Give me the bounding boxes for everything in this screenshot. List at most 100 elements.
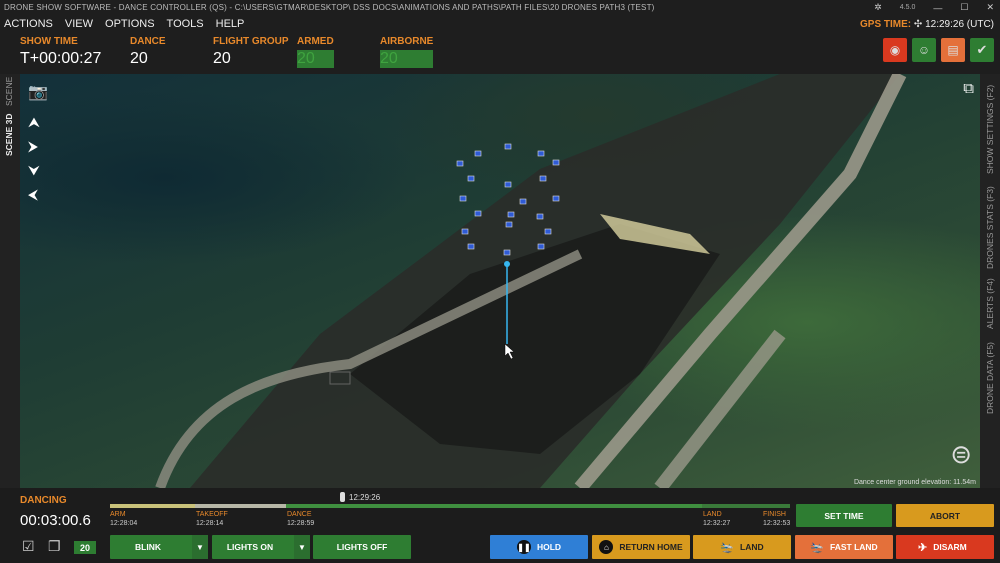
person-icon: ☺ [917,43,931,57]
gps-time-label: GPS TIME: [860,19,912,30]
phase-arm: ARM 12:28:04 [110,510,137,528]
control-panel: DANCING 00:03:00.6 12:29:26 ARM 12:28:04… [0,488,1000,563]
airborne-label: AIRBORNE [380,36,434,47]
disarm-button[interactable]: ✈ DISARM [896,535,994,559]
timeline-land-segment [702,504,790,508]
minimize-icon[interactable]: — [933,3,942,13]
show-time-label: SHOW TIME [20,36,78,47]
show-timeline[interactable] [110,504,790,508]
flight-group-label: FLIGHT GROUP [213,36,289,47]
nav-left-arrow-icon[interactable]: ⮜ [28,186,38,203]
phase-finish: FINISH 12:32:53 [763,510,790,528]
show-time-stat: SHOW TIME T+00:00:27 [20,36,101,68]
phase-takeoff-label: TAKEOFF [196,511,228,518]
tab-show-settings[interactable]: SHOW SETTINGS (F2) [985,85,995,174]
disarm-plane-icon: ✈ [918,541,928,554]
tab-drone-data[interactable]: DRONE DATA (F5) [985,342,995,414]
home-icon: ⌂ [599,540,614,554]
chevron-down-icon[interactable]: ▼ [192,535,208,559]
scene-3d-viewport[interactable]: 📷 ⮝ ⮞ ⮟ ⮜ ⧉ ⊜ Dance center ground elevat… [20,74,980,488]
document-icon: ▤ [947,43,959,57]
menu-options[interactable]: OPTIONS [105,18,155,30]
blink-button[interactable]: BLINK ▼ [110,535,208,559]
gps-time-value: 12:29:26 (UTC) [925,19,994,30]
dance-value: 20 [130,50,148,67]
right-tab-strip: SHOW SETTINGS (F2) DRONES STATS (F3) ALE… [980,74,1000,488]
phase-land-time: 12:32:27 [703,520,731,527]
confirm-button[interactable]: ✔ [970,38,994,62]
log-button[interactable]: ▤ [941,38,965,62]
show-state: DANCING [20,495,67,506]
return-home-label: RETURN HOME [619,542,683,552]
menu-bar: ACTIONS VIEW OPTIONS TOOLS HELP [4,18,244,30]
window-title: DRONE SHOW SOFTWARE - DANCE CONTROLLER (… [4,3,655,12]
status-row: SHOW TIME T+00:00:27 DANCE 20 FLIGHT GRO… [20,36,480,72]
satellite-icon: ✣ [913,19,923,30]
flight-group-stat: FLIGHT GROUP 20 [213,36,289,68]
timeline-takeoff-segment [195,504,286,508]
show-time-value: T+00:00:27 [20,50,102,67]
tab-scene-3d[interactable]: SCENE 3D [4,113,14,156]
check-icon: ✔ [976,42,988,57]
phase-land-label: LAND [703,511,722,518]
nav-right-arrow-icon[interactable]: ⮞ [28,138,38,155]
lights-off-button[interactable]: LIGHTS OFF [313,535,411,559]
aerial-terrain [155,74,907,488]
copy-icon[interactable]: ❐ [48,538,61,555]
phase-dance-time: 12:28:59 [287,520,315,527]
return-home-button[interactable]: ⌂ RETURN HOME [592,535,690,559]
menu-actions[interactable]: ACTIONS [4,18,53,30]
scene-settings-icon[interactable]: ⧉ [963,80,974,97]
set-time-button[interactable]: SET TIME [796,504,892,527]
hold-button[interactable]: ❚❚ HOLD [490,535,588,559]
phase-arm-time: 12:28:04 [110,520,138,527]
land-button[interactable]: 🛬 LAND [693,535,791,559]
person-status-button[interactable]: ☺ [912,38,936,62]
airborne-stat: AIRBORNE 20 [380,36,434,68]
drone-show-app: DRONE SHOW SOFTWARE - DANCE CONTROLLER (… [0,0,1000,563]
maximize-icon[interactable]: ☐ [960,2,968,13]
fast-land-label: FAST LAND [830,542,878,552]
elapsed-timer: 00:03:00.6 [20,512,91,529]
fast-landing-icon: 🛬 [810,541,824,554]
version-label: 4.5.0 [899,4,916,11]
pause-icon: ❚❚ [516,540,531,554]
timeline-current-time-label: 12:29:26 [349,492,381,502]
camera-icon[interactable]: 📷 [28,82,48,102]
phase-takeoff: TAKEOFF 12:28:14 [196,510,228,528]
fast-land-button[interactable]: 🛬 FAST LAND [795,535,893,559]
left-tab-strip: SCENE SCENE 3D [0,74,20,488]
lights-on-button[interactable]: LIGHTS ON ▼ [212,535,310,559]
timeline-arm-segment [110,504,195,508]
drone-count-badge: 20 [74,541,96,554]
phase-finish-time: 12:32:53 [763,520,791,527]
select-all-icon[interactable]: ☑ [22,538,35,555]
settings-gear-icon[interactable]: ✲ [874,2,882,13]
chevron-down-icon[interactable]: ▼ [294,535,310,559]
nav-up-arrow-icon[interactable]: ⮝ [28,114,40,131]
hold-label: HOLD [536,542,562,552]
armed-label: ARMED [297,36,334,47]
menu-view[interactable]: VIEW [65,18,93,30]
armed-stat: ARMED 20 [297,36,334,68]
ground-elevation-note: Dance center ground elevation: 11.54m [853,479,976,486]
nav-down-arrow-icon[interactable]: ⮟ [28,162,40,179]
top-action-buttons: ◉ ☺ ▤ ✔ [883,38,994,62]
flight-group-value: 20 [213,50,231,67]
disarm-label: DISARM [933,542,967,552]
tab-alerts[interactable]: ALERTS (F4) [985,278,995,329]
landing-plane-icon: 🛬 [720,541,735,554]
phase-dance-label: DANCE [287,511,312,518]
close-icon[interactable]: ✕ [986,2,994,13]
window-controls: ✲ 4.5.0 — ☐ ✕ [874,2,994,13]
menu-help[interactable]: HELP [216,18,245,30]
emergency-signal-button[interactable]: ◉ [883,38,907,62]
armed-value: 20 [297,50,334,68]
tab-drones-stats[interactable]: DRONES STATS (F3) [985,186,995,269]
land-label: LAND [740,542,764,552]
abort-button[interactable]: ABORT [896,504,994,527]
phase-land: LAND 12:32:27 [703,510,730,528]
tab-scene[interactable]: SCENE [4,77,14,106]
timeline-scrubber[interactable] [340,492,345,502]
menu-tools[interactable]: TOOLS [167,18,204,30]
